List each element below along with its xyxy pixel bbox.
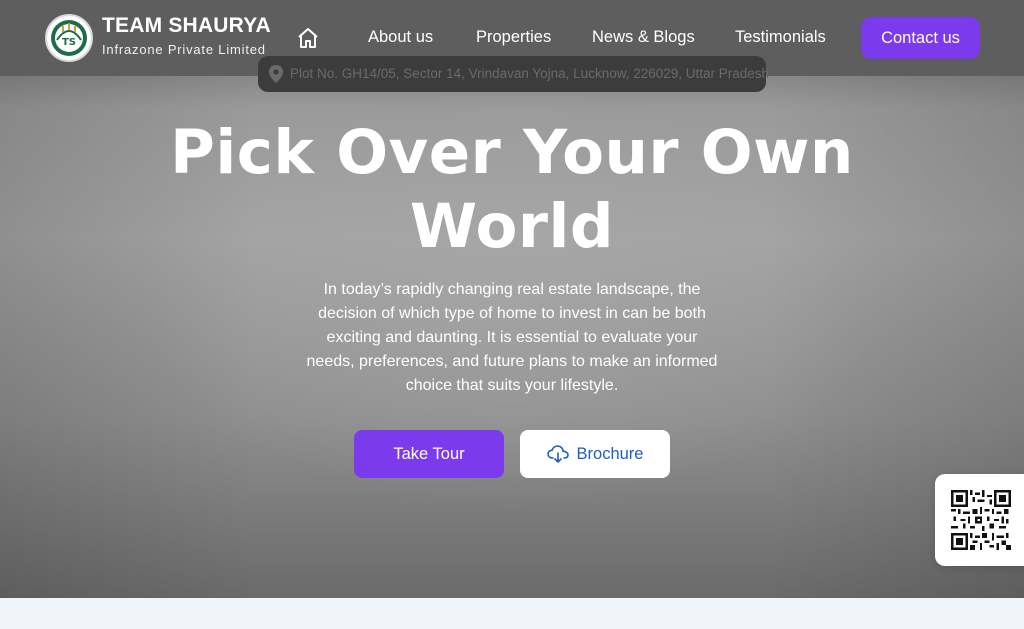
svg-text:TS: TS	[62, 37, 76, 48]
map-pin-icon	[269, 65, 283, 83]
address-bar: Plot No. GH14/05, Sector 14, Vrindavan Y…	[258, 56, 770, 92]
hero-title-line-2: World	[409, 191, 615, 262]
logo-icon[interactable]: TS	[45, 14, 93, 62]
home-icon[interactable]	[296, 26, 320, 50]
nav-link-properties[interactable]: Properties	[476, 28, 551, 47]
nav-link-news-blogs[interactable]: News & Blogs	[592, 28, 695, 47]
hero-description: In today’s rapidly changing real estate …	[306, 281, 718, 394]
brand-title[interactable]: TEAM SHAURYA	[102, 14, 271, 38]
qr-code-icon	[951, 490, 1011, 550]
logo-emblem-icon: TS	[51, 20, 87, 56]
next-section-edge	[0, 598, 1024, 629]
brochure-label: Brochure	[576, 444, 644, 463]
qr-code-card[interactable]	[935, 474, 1024, 566]
cloud-download-icon	[546, 445, 569, 463]
address-text: Plot No. GH14/05, Sector 14, Vrindavan Y…	[290, 66, 770, 81]
brand-subtitle: Infrazone Private Limited	[102, 42, 266, 57]
nav-link-about-us[interactable]: About us	[368, 28, 433, 47]
hero-title-line-1: Pick Over Your Own	[170, 117, 854, 188]
contact-us-button[interactable]: Contact us	[861, 17, 980, 59]
take-tour-button[interactable]: Take Tour	[354, 430, 504, 478]
hero-title: Pick Over Your Own World	[112, 116, 912, 264]
brochure-button[interactable]: Brochure	[520, 430, 670, 478]
nav-link-testimonials[interactable]: Testimonials	[735, 28, 826, 47]
